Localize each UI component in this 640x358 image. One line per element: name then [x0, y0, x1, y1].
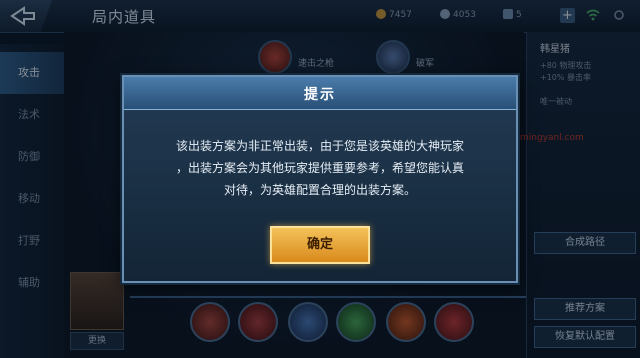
dialog-message-line: 对待，为英雄配置合理的出装方案。	[223, 183, 416, 197]
dialog-message-line: 该出装方案为非正常出装，由于您是该英雄的大神玩家	[175, 139, 464, 153]
dialog-header: 提示	[124, 77, 516, 110]
confirm-button[interactable]: 确定	[270, 226, 370, 264]
dialog-title: 提示	[304, 87, 336, 103]
dialog-message: 该出装方案为非正常出装，由于您是该英雄的大神玩家 ，出装方案会为其他玩家提供重要…	[138, 135, 502, 201]
tip-dialog: 提示 该出装方案为非正常出装，由于您是该英雄的大神玩家 ，出装方案会为其他玩家提…	[122, 75, 518, 283]
dialog-message-line: ，出装方案会为其他玩家提供重要参考，希望您能认真	[175, 161, 464, 175]
